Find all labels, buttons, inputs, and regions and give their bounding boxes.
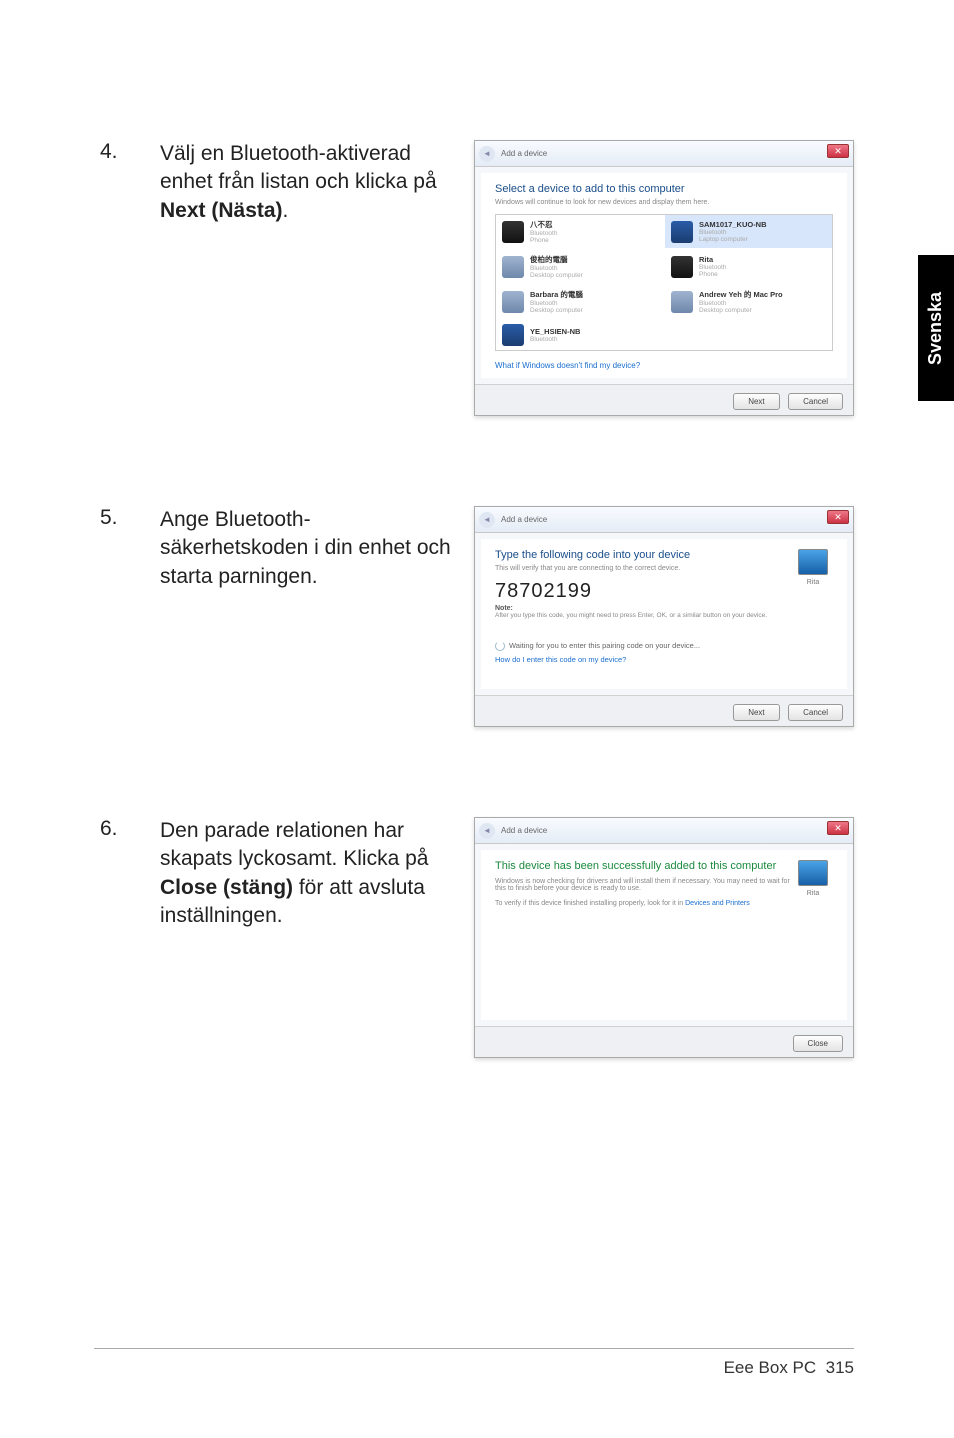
device-item[interactable]: Barbara 的電腦BluetoothDesktop computer xyxy=(496,285,663,318)
devices-printers-link[interactable]: Devices and Printers xyxy=(685,900,750,907)
device-preview: Rita xyxy=(793,549,833,586)
next-button[interactable]: Next xyxy=(733,704,779,721)
cancel-button[interactable]: Cancel xyxy=(788,393,843,410)
note-label: Note: xyxy=(495,605,833,612)
step-6: 6. Den parade relationen har skapats lyc… xyxy=(100,817,854,1058)
close-icon[interactable]: ✕ xyxy=(827,510,849,524)
close-icon[interactable]: ✕ xyxy=(827,144,849,158)
dialog-titlebar: ◄ Add a device ✕ xyxy=(475,507,853,533)
close-icon[interactable]: ✕ xyxy=(827,821,849,835)
dialog-titlebar: ◄ Add a device ✕ xyxy=(475,141,853,167)
help-link[interactable]: How do I enter this code on my device? xyxy=(495,655,833,664)
step-number: 5. xyxy=(100,506,160,530)
help-link[interactable]: What if Windows doesn't find my device? xyxy=(495,361,833,370)
dialog-title: Add a device xyxy=(501,515,547,524)
computer-icon xyxy=(798,549,828,575)
dialog-titlebar: ◄ Add a device ✕ xyxy=(475,818,853,844)
back-icon[interactable]: ◄ xyxy=(479,146,495,162)
dialog-heading: Select a device to add to this computer xyxy=(495,183,833,195)
desktop-icon xyxy=(671,291,693,313)
device-item[interactable]: 俊柏的電腦BluetoothDesktop computer xyxy=(496,250,663,283)
device-item[interactable]: SAM1017_KUO-NBBluetoothLaptop computer xyxy=(665,215,832,248)
step-5: 5. Ange Bluetooth-säkerhetskoden i din e… xyxy=(100,506,854,727)
desktop-icon xyxy=(502,256,524,278)
language-tab: Svenska xyxy=(918,255,954,401)
dialog-paragraph: Windows is now checking for drivers and … xyxy=(495,878,833,892)
dialog-heading: This device has been successfully added … xyxy=(495,860,833,872)
step-4: 4. Välj en Bluetooth-aktiverad enhet frå… xyxy=(100,140,854,416)
dialog-title: Add a device xyxy=(501,826,547,835)
step-text: Ange Bluetooth-säkerhetskoden i din enhe… xyxy=(160,506,458,591)
laptop-icon xyxy=(671,221,693,243)
page-content: 4. Välj en Bluetooth-aktiverad enhet frå… xyxy=(0,0,954,1058)
phone-icon xyxy=(671,256,693,278)
waiting-text: Waiting for you to enter this pairing co… xyxy=(495,641,833,651)
computer-icon xyxy=(798,860,828,886)
step-number: 4. xyxy=(100,140,160,164)
dialog-subtext: This will verify that you are connecting… xyxy=(495,565,833,572)
step-text: Den parade relationen har skapats lyckos… xyxy=(160,817,458,930)
device-item[interactable]: Andrew Yeh 的 Mac ProBluetoothDesktop com… xyxy=(665,285,832,318)
dialog-select-device: ◄ Add a device ✕ Select a device to add … xyxy=(474,140,854,416)
step-number: 6. xyxy=(100,817,160,841)
device-preview: Rita xyxy=(793,860,833,897)
dialog-title: Add a device xyxy=(501,149,547,158)
page-footer: Eee Box PC 315 xyxy=(724,1358,854,1378)
back-icon[interactable]: ◄ xyxy=(479,512,495,528)
device-item[interactable]: YE_HSIEN-NBBluetooth xyxy=(496,320,663,350)
close-button[interactable]: Close xyxy=(793,1035,843,1052)
phone-icon xyxy=(502,221,524,243)
pairing-code: 78702199 xyxy=(495,580,833,603)
note-text: After you type this code, you might need… xyxy=(495,612,833,619)
dialog-enter-code: ◄ Add a device ✕ Rita Type the following… xyxy=(474,506,854,727)
next-button[interactable]: Next xyxy=(733,393,779,410)
cancel-button[interactable]: Cancel xyxy=(788,704,843,721)
dialog-subtext: Windows will continue to look for new de… xyxy=(495,199,833,206)
desktop-icon xyxy=(502,291,524,313)
dialog-success: ◄ Add a device ✕ Rita This device has be… xyxy=(474,817,854,1058)
device-list: 八不忍BluetoothPhone SAM1017_KUO-NBBluetoot… xyxy=(495,214,833,351)
laptop-icon xyxy=(502,324,524,346)
step-text: Välj en Bluetooth-aktiverad enhet från l… xyxy=(160,140,458,225)
device-item[interactable]: 八不忍BluetoothPhone xyxy=(496,215,663,248)
dialog-heading: Type the following code into your device xyxy=(495,549,833,561)
dialog-paragraph: To verify if this device finished instal… xyxy=(495,900,833,907)
device-item[interactable]: RitaBluetoothPhone xyxy=(665,250,832,283)
back-icon[interactable]: ◄ xyxy=(479,823,495,839)
spinner-icon xyxy=(495,641,505,651)
